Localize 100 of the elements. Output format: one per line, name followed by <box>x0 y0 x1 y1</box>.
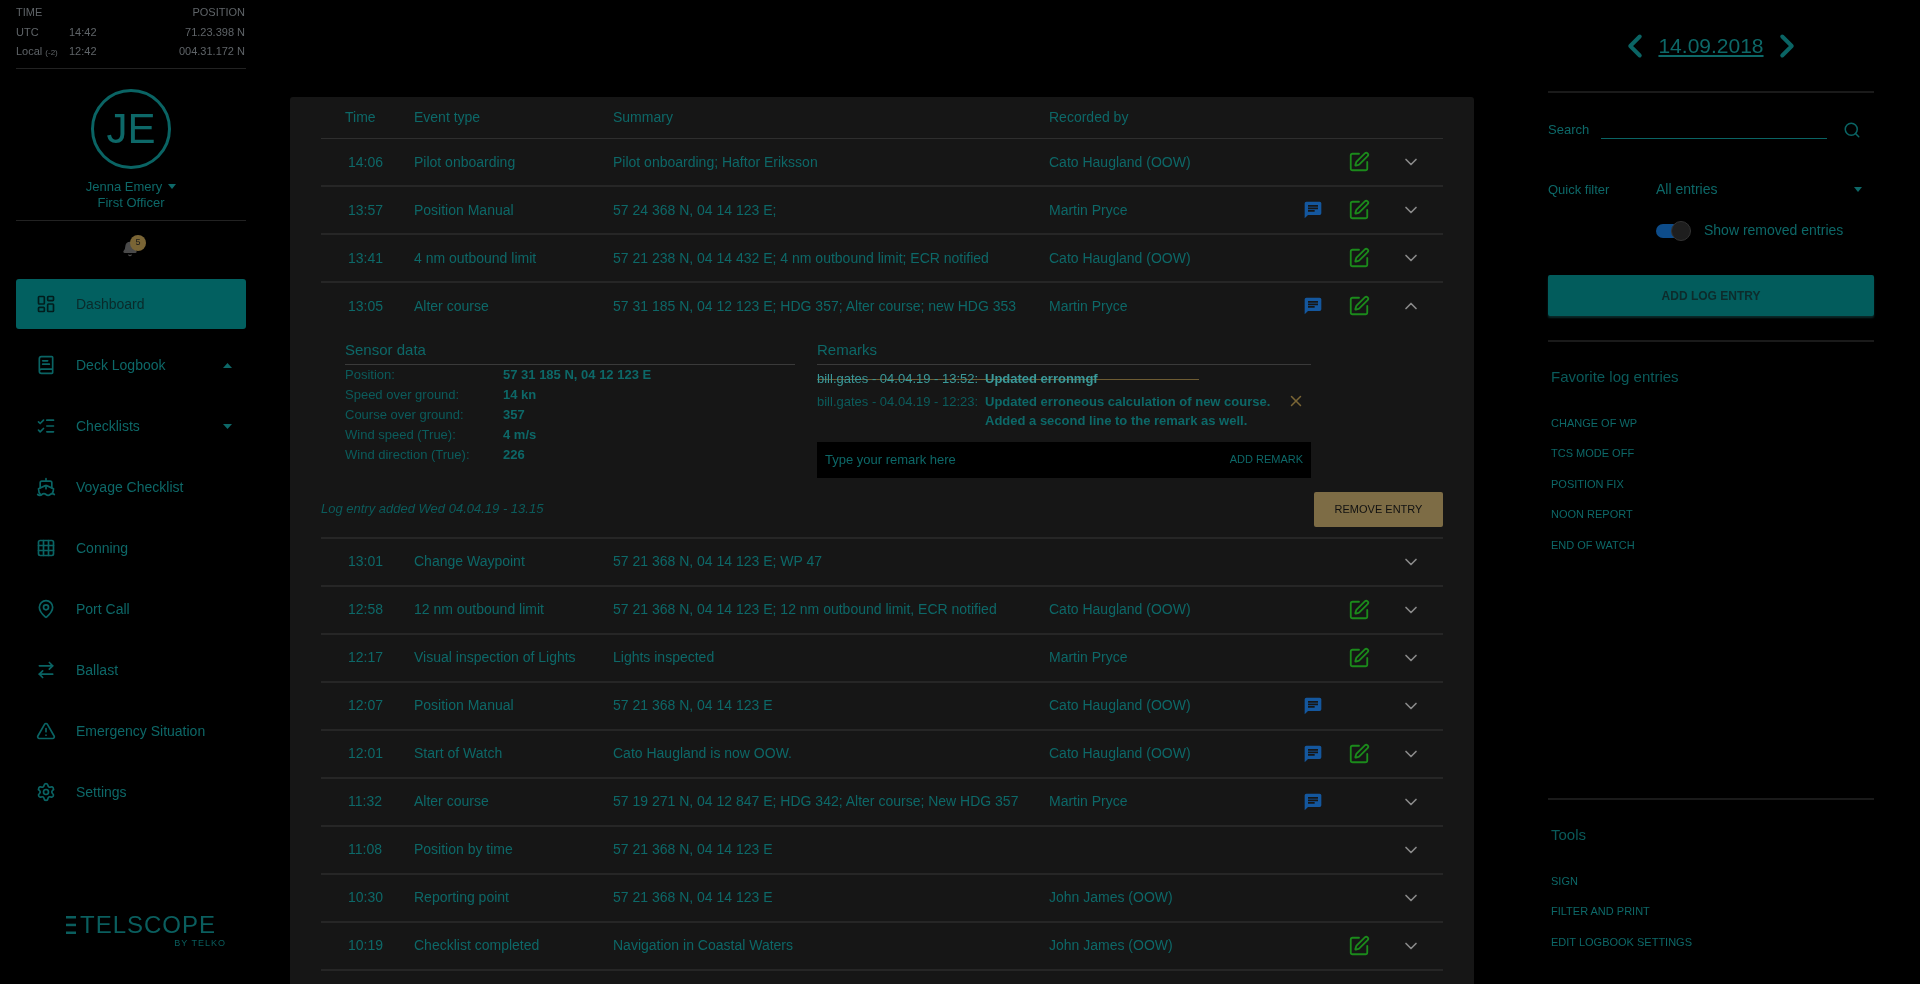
nav-item[interactable]: Deck Logbook <box>16 340 246 390</box>
time-cell-text: 12:58 <box>347 600 385 619</box>
edit-icon[interactable] <box>1348 934 1370 957</box>
edit-icon[interactable] <box>1348 247 1370 269</box>
remark-author: bill.gates - 04.04.19 - 12:23: <box>817 392 980 411</box>
recorded-by-cell: John James (OOW) <box>1049 889 1173 905</box>
nav-item[interactable]: Emergency Situation <box>16 706 246 756</box>
favorite-entry-link[interactable]: NOON REPORT <box>1551 506 1874 523</box>
clock-label: Local (-2) <box>16 44 59 59</box>
summary-cell-text: Navigation in Coastal Waters <box>613 936 794 955</box>
dropdown-icon[interactable] <box>168 183 177 189</box>
summary-cell-text: 57 21 368 N, 04 14 123 E; WP 47 <box>613 552 824 571</box>
dashboard-icon <box>36 294 56 314</box>
checklist-icon <box>36 416 56 436</box>
nav-item[interactable]: Port Call <box>16 584 246 634</box>
event-type-cell-text: Alter course <box>414 296 490 316</box>
nav-item[interactable]: Voyage Checklist <box>16 462 246 512</box>
clock-label: UTC <box>16 24 40 40</box>
tool-link[interactable]: EDIT LOGBOOK SETTINGS <box>1551 933 1874 950</box>
favorite-entry-link[interactable]: POSITION FIX <box>1551 475 1874 492</box>
favorite-entry-link[interactable]: TCS MODE OFF <box>1551 445 1874 462</box>
column-header: Event type <box>414 108 482 127</box>
comment-icon[interactable] <box>1303 791 1323 812</box>
sensor-value: 357 <box>503 405 525 424</box>
nav-item[interactable]: Conning <box>16 523 246 573</box>
recorded-by-cell: Cato Haugland (OOW) <box>1049 153 1191 170</box>
event-type-cell-text: Visual inspection of Lights <box>414 648 577 667</box>
event-type-cell-text: Position by time <box>414 840 514 859</box>
edit-icon[interactable] <box>1348 295 1370 317</box>
section-title: Favorite log entries <box>1551 367 1680 387</box>
grid-icon <box>36 538 56 558</box>
user-name[interactable]: Jenna Emery <box>85 176 163 196</box>
tool-link[interactable]: FILTER AND PRINT <box>1551 903 1874 920</box>
add-remark-button[interactable]: ADD REMARK <box>1229 451 1303 468</box>
edit-icon[interactable] <box>1348 151 1370 173</box>
summary-cell-text: 57 21 368 N, 04 14 123 E <box>613 696 774 715</box>
comment-icon[interactable] <box>1303 743 1323 764</box>
edit-icon[interactable] <box>1348 199 1370 221</box>
avatar: JE <box>91 88 171 169</box>
edit-icon[interactable] <box>1348 646 1370 669</box>
column-header: Time <box>344 108 377 127</box>
logo-mark-icon <box>65 915 76 934</box>
comment-icon[interactable] <box>1303 296 1323 316</box>
recorded-by-cell: Martin Pryce <box>1049 297 1128 314</box>
summary-cell-text: 57 19 271 N, 04 12 847 E; HDG 342; Alter course; New HDG 357 <box>613 792 1020 811</box>
time-cell-text: 13:01 <box>347 552 385 571</box>
nav-item[interactable]: Ballast <box>16 645 246 695</box>
summary-cell-text: 57 24 368 N, 04 14 123 E; <box>613 200 778 220</box>
summary-cell-text: Cato Haugland is now OOW. <box>613 744 793 763</box>
settings-icon <box>36 782 56 802</box>
time-cell-text: 12:17 <box>347 648 385 667</box>
sensor-label: Speed over ground: <box>345 385 461 404</box>
recorded-by-cell: Cato Haugland (OOW) <box>1049 745 1191 761</box>
clock-time: 14:42 <box>69 24 97 40</box>
ship-icon <box>36 477 56 497</box>
event-type-cell-text: Position Manual <box>414 200 515 220</box>
search-icon[interactable] <box>1843 121 1861 139</box>
toggle-label: Show removed entries <box>1704 221 1844 240</box>
favorite-entry-link[interactable]: CHANGE OF WP <box>1551 414 1874 431</box>
remark-text: Added a second line to the remark as well. <box>985 411 1249 430</box>
favorite-entry-link[interactable]: END OF WATCH <box>1551 536 1874 553</box>
quick-filter-select[interactable]: All entries <box>1656 179 1874 200</box>
time-cell-text: 14:06 <box>347 152 385 172</box>
summary-cell-text: 57 31 185 N, 04 12 123 E; HDG 357; Alter course; new HDG 353 <box>613 296 1018 316</box>
nav-item[interactable]: Settings <box>16 767 246 817</box>
remark-field[interactable]: Type your remark here ADD REMARK <box>817 441 1311 478</box>
remove-entry-button[interactable]: REMOVE ENTRY <box>1314 491 1443 527</box>
nav-item[interactable]: Checklists <box>16 401 246 451</box>
event-type-cell-text: 4 nm outbound limit <box>414 248 538 268</box>
event-type-cell-text: Position Manual <box>414 696 515 715</box>
column-header: Recorded by <box>1049 108 1130 127</box>
recorded-by-cell: Martin Pryce <box>1049 201 1128 218</box>
time-cell-text: 12:01 <box>347 744 385 763</box>
summary-cell-text: 57 21 368 N, 04 14 123 E <box>613 888 774 907</box>
time-cell-text: 13:57 <box>347 200 385 220</box>
time-cell-text: 10:19 <box>347 936 385 955</box>
summary-cell-text: 57 21 368 N, 04 14 123 E <box>613 840 774 859</box>
date-link[interactable]: 14.09.2018 <box>1658 29 1764 62</box>
event-type-cell-text: Pilot onboarding <box>414 152 517 172</box>
recorded-by-cell: John James (OOW) <box>1049 937 1173 953</box>
edit-icon[interactable] <box>1348 742 1370 765</box>
tool-link[interactable]: SIGN <box>1551 872 1874 889</box>
comment-icon[interactable] <box>1303 695 1323 716</box>
toggle-switch[interactable] <box>1656 223 1690 238</box>
quick-filter-label: Quick filter <box>1548 180 1611 199</box>
recorded-by-cell: Cato Haugland (OOW) <box>1049 249 1191 266</box>
time-label: TIME <box>16 5 43 20</box>
time-cell-text: 13:41 <box>347 248 385 268</box>
caret-icon[interactable] <box>223 362 232 368</box>
column-header: Summary <box>613 108 674 127</box>
caret-icon[interactable] <box>223 423 232 429</box>
event-type-cell-text: Start of Watch <box>414 744 504 763</box>
section-title: Tools <box>1551 825 1588 845</box>
sensor-label: Course over ground: <box>345 405 465 424</box>
sensor-label: Wind speed (True): <box>345 425 457 444</box>
comment-icon[interactable] <box>1303 200 1323 220</box>
sensor-value: 57 31 185 N, 04 12 123 E <box>503 365 652 384</box>
edit-icon[interactable] <box>1348 598 1370 621</box>
entry-added-note: Log entry added Wed 04.04.19 - 13.15 <box>321 500 544 519</box>
event-type-cell-text: 12 nm outbound limit <box>414 600 545 619</box>
